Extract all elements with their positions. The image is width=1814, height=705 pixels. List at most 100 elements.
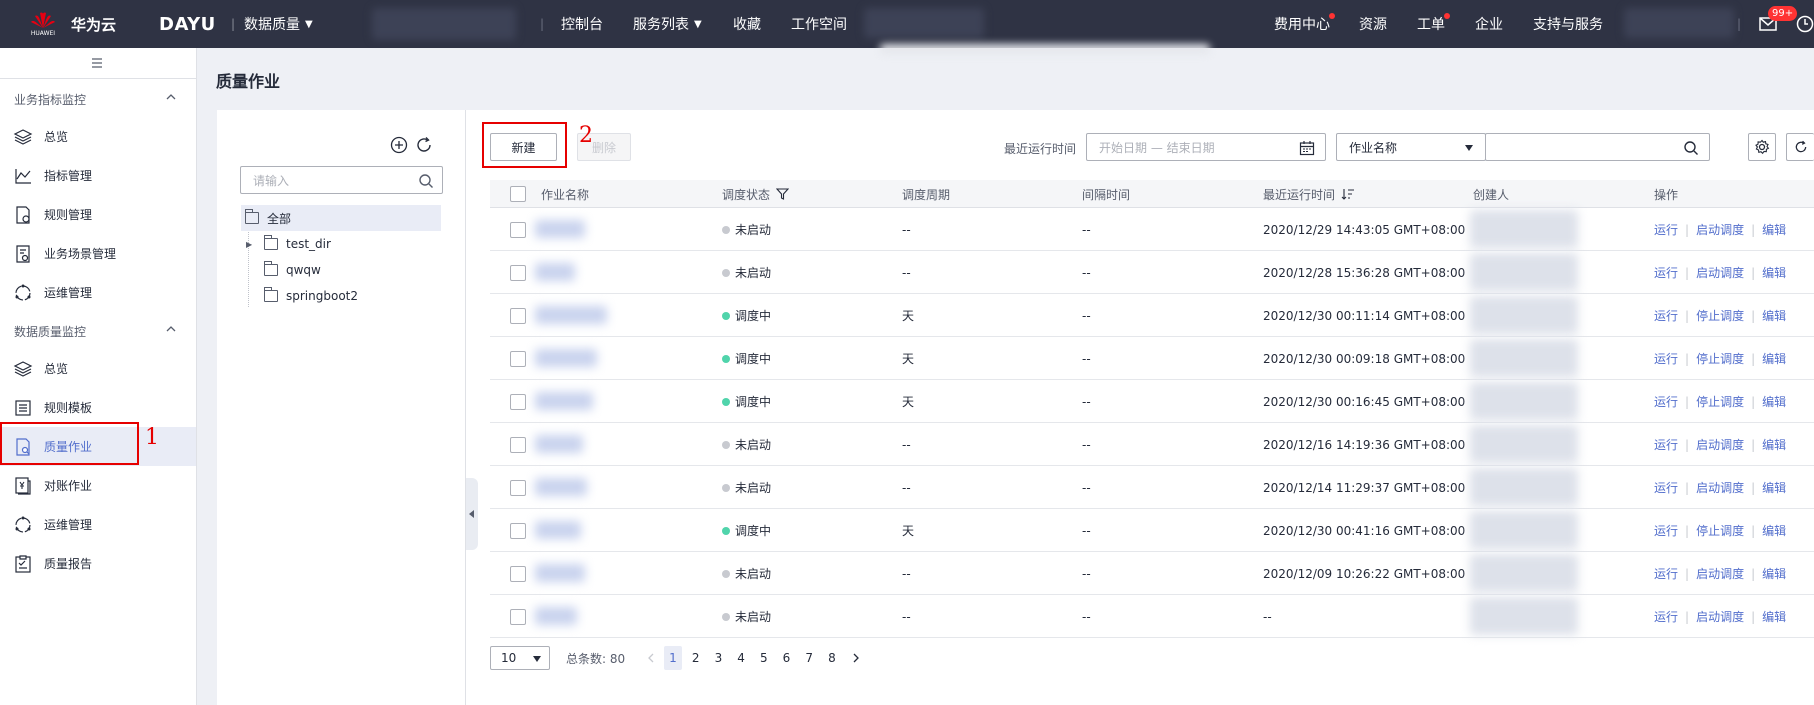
job-name-redacted[interactable]: [535, 306, 607, 324]
page-number[interactable]: 2: [687, 646, 705, 670]
add-folder-button[interactable]: [390, 136, 408, 154]
sidebar-item-operations-2[interactable]: 运维管理: [0, 505, 196, 544]
edit-link[interactable]: 编辑: [1762, 393, 1786, 410]
row-checkbox[interactable]: [510, 466, 526, 509]
edit-link[interactable]: 编辑: [1762, 307, 1786, 324]
collapse-tree-button[interactable]: [466, 478, 478, 550]
schedule-toggle-link[interactable]: 停止调度: [1696, 350, 1744, 367]
schedule-toggle-link[interactable]: 启动调度: [1696, 608, 1744, 625]
caret-right-icon[interactable]: ▶: [246, 240, 264, 249]
run-link[interactable]: 运行: [1654, 479, 1678, 496]
col-last-run-time[interactable]: 最近运行时间: [1263, 180, 1355, 208]
page-number[interactable]: 6: [778, 646, 796, 670]
tree-node-qwqw[interactable]: qwqw: [241, 257, 441, 283]
sidebar-item-overview-1[interactable]: 总览: [0, 117, 196, 156]
job-name-redacted[interactable]: [535, 607, 577, 625]
refresh-table-button[interactable]: [1786, 133, 1814, 161]
select-all-checkbox[interactable]: [510, 180, 526, 208]
sidebar-item-rule-management[interactable]: 规则管理: [0, 195, 196, 234]
product-name[interactable]: DAYU: [159, 0, 216, 48]
chevron-up-icon[interactable]: [166, 93, 176, 101]
sidebar-item-operations-1[interactable]: 运维管理: [0, 273, 196, 312]
clock-button[interactable]: [1796, 0, 1814, 48]
module-selector[interactable]: 数据质量 ▼: [244, 0, 313, 48]
filter-field-select[interactable]: 作业名称: [1336, 133, 1486, 161]
menu-console[interactable]: 控制台: [561, 0, 603, 48]
edit-link[interactable]: 编辑: [1762, 565, 1786, 582]
page-number[interactable]: 3: [709, 646, 727, 670]
tree-search-input[interactable]: 请输入: [240, 166, 443, 194]
job-name-redacted[interactable]: [535, 564, 585, 582]
schedule-toggle-link[interactable]: 启动调度: [1696, 565, 1744, 582]
menu-billing[interactable]: 费用中心: [1274, 0, 1330, 48]
edit-link[interactable]: 编辑: [1762, 350, 1786, 367]
prev-page-button[interactable]: [642, 646, 658, 670]
row-checkbox[interactable]: [510, 208, 526, 251]
menu-enterprise[interactable]: 企业: [1475, 0, 1503, 48]
schedule-toggle-link[interactable]: 停止调度: [1696, 393, 1744, 410]
sidebar-item-reconciliation-jobs[interactable]: 对账作业: [0, 466, 196, 505]
filter-search-input[interactable]: [1485, 133, 1710, 161]
sort-icon[interactable]: [1341, 188, 1355, 200]
run-link[interactable]: 运行: [1654, 350, 1678, 367]
sidebar-item-metric-management[interactable]: 指标管理: [0, 156, 196, 195]
page-number[interactable]: 1: [664, 646, 682, 670]
schedule-toggle-link[interactable]: 启动调度: [1696, 264, 1744, 281]
run-link[interactable]: 运行: [1654, 307, 1678, 324]
page-number[interactable]: 4: [732, 646, 750, 670]
run-link[interactable]: 运行: [1654, 522, 1678, 539]
row-checkbox[interactable]: [510, 423, 526, 466]
group-data-quality-monitoring[interactable]: 数据质量监控: [14, 323, 86, 340]
menu-tickets[interactable]: 工单: [1417, 0, 1445, 48]
run-link[interactable]: 运行: [1654, 608, 1678, 625]
page-number[interactable]: 8: [823, 646, 841, 670]
row-checkbox[interactable]: [510, 251, 526, 294]
row-checkbox[interactable]: [510, 595, 526, 638]
schedule-toggle-link[interactable]: 启动调度: [1696, 436, 1744, 453]
menu-support[interactable]: 支持与服务: [1533, 0, 1603, 48]
job-name-redacted[interactable]: [535, 220, 585, 238]
job-name-redacted[interactable]: [535, 521, 581, 539]
tree-node-all[interactable]: 全部: [241, 205, 441, 231]
menu-workspace[interactable]: 工作空间: [791, 0, 847, 48]
next-page-button[interactable]: [848, 646, 864, 670]
page-number[interactable]: 7: [800, 646, 818, 670]
menu-favorites[interactable]: 收藏: [733, 0, 761, 48]
filter-icon[interactable]: [776, 188, 790, 200]
sidebar-item-quality-report[interactable]: 质量报告: [0, 544, 196, 583]
edit-link[interactable]: 编辑: [1762, 264, 1786, 281]
sidebar-item-business-scene[interactable]: 业务场景管理: [0, 234, 196, 273]
chevron-up-icon[interactable]: [166, 325, 176, 333]
edit-link[interactable]: 编辑: [1762, 221, 1786, 238]
huawei-logo[interactable]: HUAWEI: [26, 0, 60, 48]
date-range-picker[interactable]: 开始日期 — 结束日期: [1086, 133, 1326, 161]
tree-node-springboot2[interactable]: springboot2: [241, 283, 441, 309]
row-checkbox[interactable]: [510, 337, 526, 380]
schedule-toggle-link[interactable]: 停止调度: [1696, 307, 1744, 324]
page-size-select[interactable]: 10: [490, 646, 550, 670]
run-link[interactable]: 运行: [1654, 565, 1678, 582]
row-checkbox[interactable]: [510, 294, 526, 337]
run-link[interactable]: 运行: [1654, 264, 1678, 281]
schedule-toggle-link[interactable]: 启动调度: [1696, 479, 1744, 496]
page-number[interactable]: 5: [755, 646, 773, 670]
refresh-tree-button[interactable]: [415, 136, 433, 154]
run-link[interactable]: 运行: [1654, 221, 1678, 238]
schedule-toggle-link[interactable]: 启动调度: [1696, 221, 1744, 238]
job-name-redacted[interactable]: [535, 392, 593, 410]
menu-resources[interactable]: 资源: [1359, 0, 1387, 48]
job-name-redacted[interactable]: [535, 478, 587, 496]
table-settings-button[interactable]: [1748, 133, 1776, 161]
row-checkbox[interactable]: [510, 552, 526, 595]
job-name-redacted[interactable]: [535, 349, 597, 367]
edit-link[interactable]: 编辑: [1762, 479, 1786, 496]
collapse-menu-button[interactable]: [90, 57, 104, 69]
row-checkbox[interactable]: [510, 380, 526, 423]
menu-service-list[interactable]: 服务列表 ▼: [633, 0, 702, 48]
job-name-redacted[interactable]: [535, 435, 583, 453]
sidebar-item-overview-2[interactable]: 总览: [0, 349, 196, 388]
tree-node-test-dir[interactable]: ▶ test_dir: [241, 231, 441, 257]
schedule-toggle-link[interactable]: 停止调度: [1696, 522, 1744, 539]
edit-link[interactable]: 编辑: [1762, 522, 1786, 539]
edit-link[interactable]: 编辑: [1762, 608, 1786, 625]
